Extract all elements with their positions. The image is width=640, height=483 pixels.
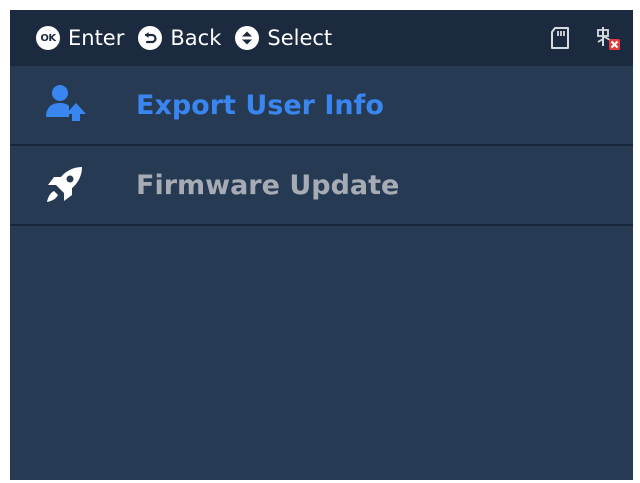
menu-list: Export User Info Firmware Update bbox=[10, 66, 633, 226]
status-icons bbox=[529, 24, 621, 52]
menu-item-firmware-update[interactable]: Firmware Update bbox=[10, 146, 633, 226]
device-screen: OK Enter Back Select Export User Info Fi… bbox=[10, 10, 633, 480]
sd-card-icon bbox=[547, 24, 575, 52]
hint-enter[interactable]: OK Enter bbox=[36, 26, 124, 50]
select-updown-icon bbox=[235, 26, 260, 50]
back-icon bbox=[138, 26, 163, 50]
hint-enter-label: Enter bbox=[68, 26, 125, 50]
menu-item-label: Export User Info bbox=[136, 89, 384, 121]
usb-disconnected-icon bbox=[593, 24, 621, 52]
menu-item-label: Firmware Update bbox=[136, 169, 400, 201]
ok-icon: OK bbox=[36, 26, 60, 50]
hint-back-label: Back bbox=[170, 26, 222, 50]
hint-back[interactable]: Back bbox=[138, 26, 221, 50]
user-export-icon bbox=[40, 81, 88, 129]
menu-item-export-user-info[interactable]: Export User Info bbox=[10, 66, 633, 146]
hint-select-label: Select bbox=[267, 26, 333, 50]
top-hint-bar: OK Enter Back Select bbox=[10, 10, 633, 66]
hint-select[interactable]: Select bbox=[235, 26, 332, 50]
rocket-icon bbox=[40, 161, 88, 209]
